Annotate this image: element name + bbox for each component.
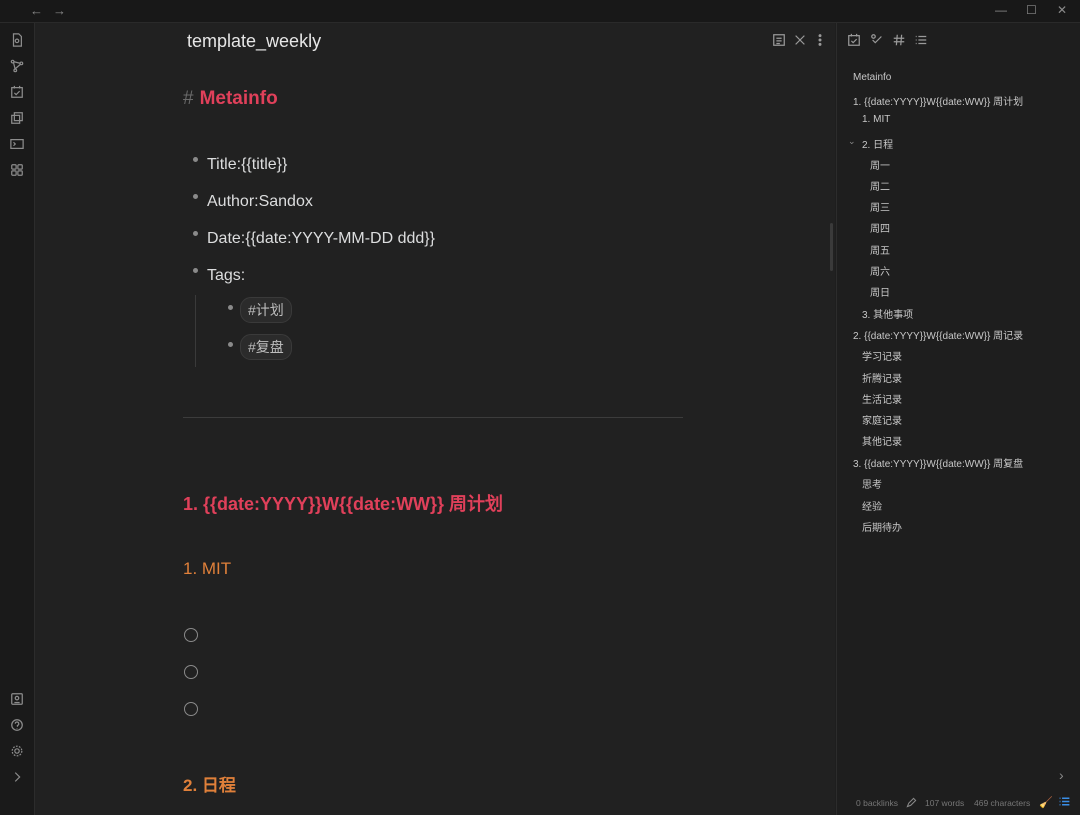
bullet-dot xyxy=(193,157,198,162)
outline-item[interactable]: 3. {{date:YYYY}}W{{date:WW}} 周复盘 xyxy=(853,455,1023,470)
task-checkbox[interactable] xyxy=(184,628,198,642)
outline-item[interactable]: 2. 日程 xyxy=(862,136,893,151)
outline-item[interactable]: 周四 xyxy=(870,220,890,235)
bullet-dot xyxy=(193,194,198,199)
list-item[interactable]: Title:{{title}} xyxy=(207,156,287,174)
copy-icon[interactable] xyxy=(9,110,25,126)
right-sidebar: Metainfo 1. {{date:YYYY}}W{{date:WW}} 周计… xyxy=(836,23,1080,815)
terminal-icon[interactable] xyxy=(9,136,25,152)
heading-metainfo: # Metainfo xyxy=(183,88,278,110)
pencil-icon[interactable] xyxy=(906,795,917,813)
grid-icon[interactable] xyxy=(9,162,25,178)
indent-guide xyxy=(195,295,196,367)
heading-hash: # xyxy=(183,88,194,109)
list-item[interactable]: Tags: xyxy=(207,267,245,285)
character-count: 469 characters xyxy=(974,798,1031,808)
outline-item[interactable]: 周五 xyxy=(870,242,890,257)
tag-pill[interactable]: #计划 xyxy=(240,297,292,323)
bullet-dot xyxy=(193,268,198,273)
heading-schedule: 2. 日程 xyxy=(183,776,236,795)
settings-icon[interactable] xyxy=(9,743,25,759)
outline-item[interactable]: 其他记录 xyxy=(862,433,902,448)
outline-item[interactable]: 家庭记录 xyxy=(862,412,902,427)
help-icon[interactable] xyxy=(9,717,25,733)
hash-icon[interactable] xyxy=(892,33,906,52)
bullet-dot xyxy=(228,342,233,347)
outline-item[interactable]: 2. {{date:YYYY}}W{{date:WW}} 周记录 xyxy=(853,327,1023,342)
graph-icon[interactable] xyxy=(9,58,25,74)
horizontal-rule xyxy=(183,417,683,418)
outline-item[interactable]: 折腾记录 xyxy=(862,370,902,385)
task-checkbox[interactable] xyxy=(184,665,198,679)
file-icon[interactable] xyxy=(9,32,25,48)
outline-toggle-icon[interactable] xyxy=(1058,795,1071,813)
outline-item[interactable]: 3. 其他事项 xyxy=(862,306,913,321)
close-icon[interactable] xyxy=(793,33,807,52)
note-title[interactable]: template_weekly xyxy=(187,31,321,52)
backlinks-count[interactable]: 0 backlinks xyxy=(856,798,898,808)
forward-arrow-icon[interactable]: → xyxy=(53,3,66,18)
heading-week-plan: 1. {{date:YYYY}}W{{date:WW}} 周计划 xyxy=(183,494,504,514)
window-titlebar: ← → — ☐ ✕ xyxy=(0,0,1080,23)
outline-item[interactable]: 周二 xyxy=(870,178,890,193)
bullet-dot xyxy=(193,231,198,236)
tasks-icon[interactable] xyxy=(847,33,861,52)
outline-item[interactable]: 经验 xyxy=(862,498,882,513)
tag-pill[interactable]: #复盘 xyxy=(240,334,292,360)
outline-item[interactable]: 周一 xyxy=(870,157,890,172)
outline-item[interactable]: 周三 xyxy=(870,199,890,214)
bullet-dot xyxy=(228,305,233,310)
window-close-icon[interactable]: ✕ xyxy=(1057,3,1067,17)
chevron-right-icon[interactable]: › xyxy=(1059,767,1064,783)
outline-item[interactable]: 1. {{date:YYYY}}W{{date:WW}} 周计划 xyxy=(853,93,1023,108)
word-count: 107 words xyxy=(925,798,965,808)
expand-icon[interactable] xyxy=(9,769,25,785)
outline-item[interactable]: 1. MIT xyxy=(862,114,890,125)
outline-item[interactable]: 后期待办 xyxy=(862,519,902,534)
heading-mit: 1. MIT xyxy=(183,559,232,578)
more-icon[interactable] xyxy=(813,33,827,52)
tags-link-icon[interactable] xyxy=(870,33,884,52)
calendar-check-icon[interactable] xyxy=(9,84,25,100)
broom-icon[interactable]: 🧹 xyxy=(1039,796,1053,809)
scrollbar-thumb[interactable] xyxy=(830,223,833,271)
outline-item[interactable]: Metainfo xyxy=(853,72,891,83)
outline-item[interactable]: 周日 xyxy=(870,284,890,299)
outline-item[interactable]: 学习记录 xyxy=(862,348,902,363)
outline-item[interactable]: 思考 xyxy=(862,476,882,491)
list-icon[interactable] xyxy=(914,33,928,52)
back-arrow-icon[interactable]: ← xyxy=(30,3,43,18)
outline-item[interactable]: 生活记录 xyxy=(862,391,902,406)
reading-view-icon[interactable] xyxy=(772,33,786,52)
list-item[interactable]: Date:{{date:YYYY-MM-DD ddd}} xyxy=(207,230,435,248)
list-item[interactable]: Author:Sandox xyxy=(207,193,313,211)
editor-pane: template_weekly # Metainfo Title:{{title}… xyxy=(35,23,835,815)
heading-text: Metainfo xyxy=(199,88,278,109)
left-ribbon xyxy=(0,23,35,815)
minimize-icon[interactable]: — xyxy=(995,3,1007,17)
outline-item[interactable]: 周六 xyxy=(870,263,890,278)
maximize-icon[interactable]: ☐ xyxy=(1026,3,1037,17)
vault-icon[interactable] xyxy=(9,691,25,707)
chevron-down-icon[interactable]: ⌄ xyxy=(848,136,856,147)
task-checkbox[interactable] xyxy=(184,702,198,716)
